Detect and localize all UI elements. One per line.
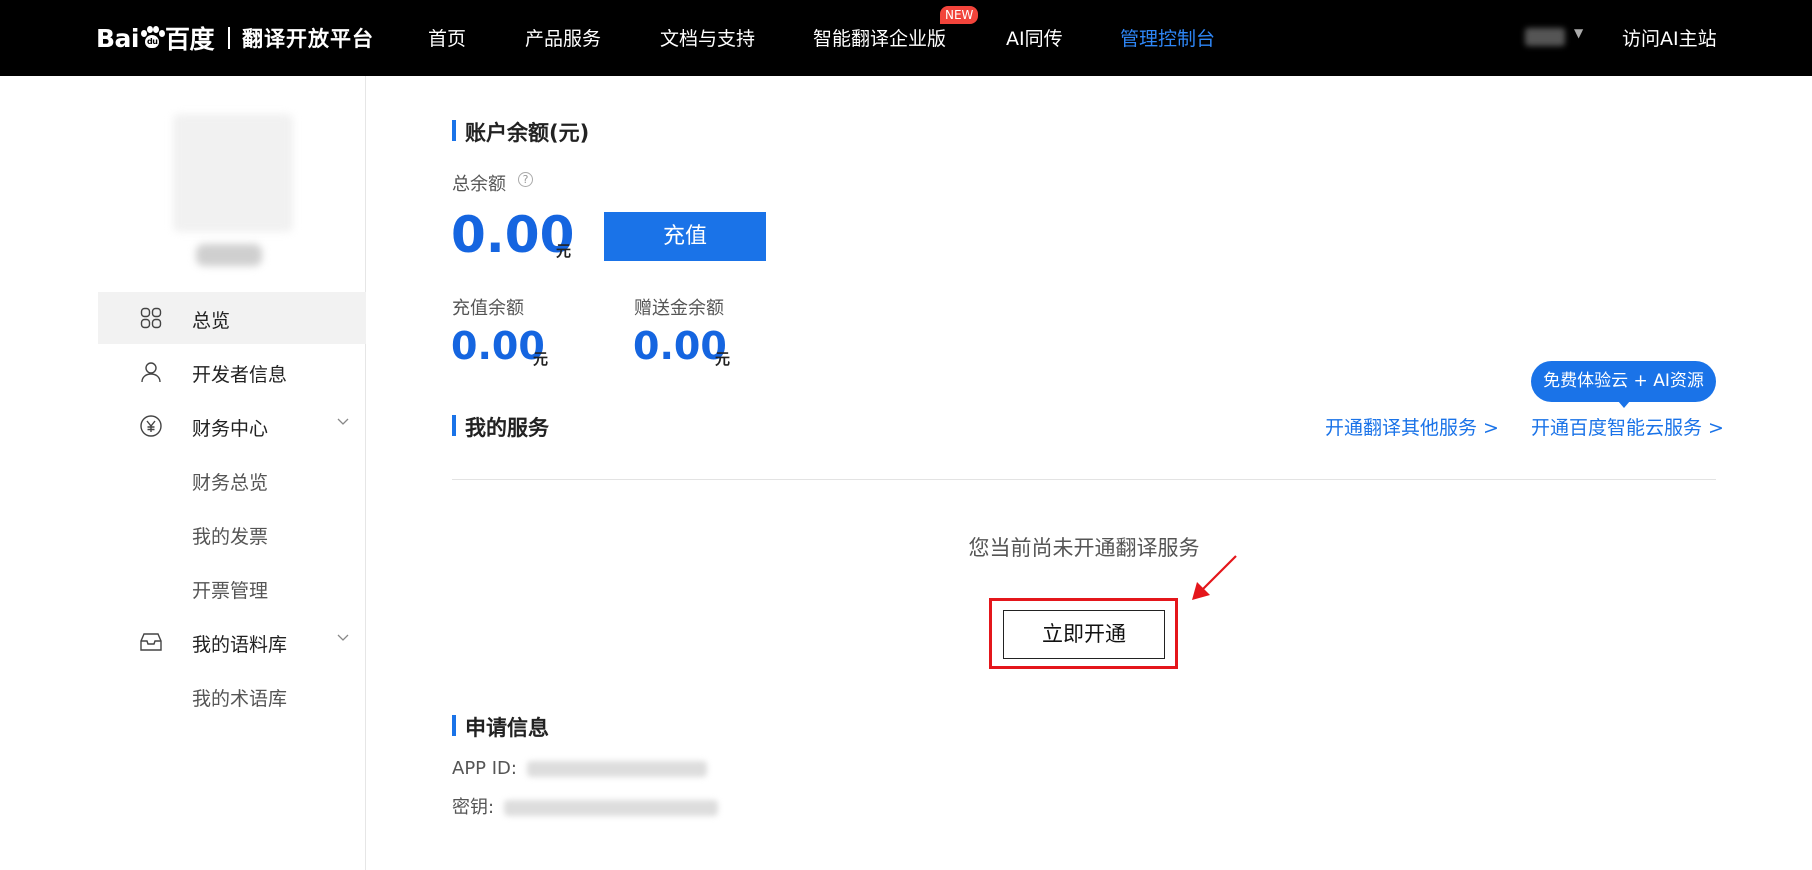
baidu-logo[interactable]: Bai du 百度 翻译开放平台	[96, 18, 374, 58]
open-baidu-cloud-link[interactable]: 开通百度智能云服务 >	[1531, 413, 1724, 440]
balance-section-title: 账户余额(元)	[452, 117, 589, 147]
app-id-label: APP ID:	[452, 758, 517, 779]
inbox-icon	[140, 633, 162, 651]
red-arrow-annotation	[1192, 555, 1237, 600]
promo-tooltip[interactable]: 免费体验云 + AI资源	[1531, 361, 1716, 408]
sidebar: 总览 开发者信息 财务中心 财务总览 我的发票 开票管理 我的语料库 我的术语库	[0, 76, 366, 870]
activate-now-button[interactable]: 立即开通	[1003, 610, 1165, 659]
sidebar-item-label: 开发者信息	[192, 364, 288, 386]
total-balance-unit: 元	[556, 242, 572, 260]
caret-down-icon[interactable]: ▼	[1574, 26, 1583, 40]
sidebar-item-label: 总览	[192, 310, 231, 332]
sidebar-item-corpus[interactable]: 我的语料库	[98, 616, 366, 668]
recharge-balance-value: 0.00	[451, 324, 545, 368]
application-section-title: 申请信息	[452, 712, 549, 742]
sidebar-item-label: 财务中心	[192, 418, 269, 440]
sidebar-item-finance-overview[interactable]: 财务总览	[192, 468, 268, 495]
chevron-down-icon[interactable]	[336, 414, 350, 428]
avatar	[173, 114, 293, 232]
username-menu[interactable]	[1525, 28, 1565, 46]
sidebar-item-label: 我的语料库	[192, 634, 288, 656]
gift-balance-unit: 元	[715, 350, 731, 368]
app-id-row: APP ID:	[452, 758, 707, 779]
platform-name: 翻译开放平台	[242, 27, 375, 51]
section-divider	[452, 479, 1716, 480]
gift-balance-label: 赠送金余额	[634, 298, 724, 319]
visit-ai-site-link[interactable]: 访问AI主站	[1622, 24, 1717, 51]
sidebar-item-overview[interactable]: 总览	[98, 292, 366, 344]
grid-icon	[140, 307, 162, 329]
total-balance-label: 总余额	[452, 174, 506, 195]
top-nav-bar: Bai du 百度 翻译开放平台 首页 产品服务 文档与支持 智能翻译企业版 N…	[0, 0, 1812, 76]
services-section-title: 我的服务	[452, 412, 549, 442]
new-badge: NEW	[940, 6, 979, 24]
nav-ai-interpretation[interactable]: AI同传	[1006, 24, 1063, 51]
secret-value	[503, 800, 718, 816]
secret-row: 密钥:	[452, 793, 718, 819]
sidebar-item-terminology[interactable]: 我的术语库	[192, 684, 287, 711]
recharge-button[interactable]: 充值	[604, 212, 766, 261]
logo-text-right: 百度	[165, 25, 215, 54]
nav-docs-support[interactable]: 文档与支持	[660, 24, 755, 51]
logo-divider	[228, 27, 231, 49]
open-other-services-link[interactable]: 开通翻译其他服务 >	[1325, 413, 1499, 440]
sidebar-item-developer-info[interactable]: 开发者信息	[98, 346, 366, 398]
help-icon[interactable]: ?	[518, 172, 533, 187]
gift-balance-value: 0.00	[633, 324, 727, 368]
nav-console[interactable]: 管理控制台	[1120, 24, 1215, 51]
paw-icon: du	[140, 26, 165, 50]
chevron-down-icon[interactable]	[336, 630, 350, 644]
secret-label: 密钥:	[452, 797, 495, 818]
recharge-balance-unit: 元	[533, 350, 549, 368]
nav-products[interactable]: 产品服务	[525, 24, 601, 51]
app-id-value	[526, 761, 707, 777]
sidebar-username	[196, 244, 262, 266]
logo-paw-text: du	[147, 37, 158, 46]
sidebar-item-finance[interactable]: 财务中心	[98, 400, 366, 452]
logo-text-left: Bai	[96, 23, 140, 53]
nav-enterprise-translation[interactable]: 智能翻译企业版	[813, 24, 946, 51]
yen-circle-icon	[140, 415, 162, 437]
user-icon	[141, 362, 161, 383]
recharge-balance-label: 充值余额	[452, 298, 524, 319]
empty-service-message: 您当前尚未开通翻译服务	[968, 536, 1200, 560]
nav-home[interactable]: 首页	[428, 24, 466, 51]
sidebar-item-invoice-management[interactable]: 开票管理	[192, 576, 268, 603]
